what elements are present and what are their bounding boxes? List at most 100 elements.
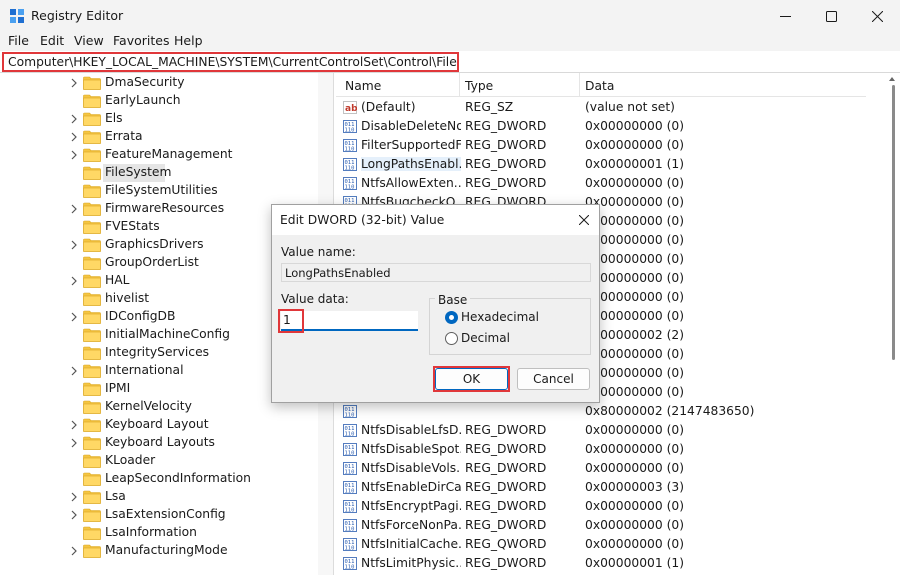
column-name[interactable]: Name: [345, 79, 381, 93]
column-divider[interactable]: [459, 73, 460, 97]
chevron-right-icon[interactable]: [70, 150, 78, 160]
tree-item-label: IPMI: [105, 381, 131, 395]
chevron-right-icon[interactable]: [70, 240, 78, 250]
chevron-right-icon[interactable]: [70, 132, 78, 142]
binary-value-icon: 011110: [343, 177, 357, 190]
binary-value-icon: 011110: [343, 139, 357, 152]
decimal-label[interactable]: Decimal: [461, 331, 510, 345]
table-row[interactable]: ab (Default) REG_SZ (value not set): [336, 98, 866, 117]
scroll-up-icon[interactable]: [888, 75, 896, 83]
table-row[interactable]: 011110 DisableDeleteNo... REG_DWORD 0x00000…: [336, 117, 866, 136]
title-bar: Registry Editor: [0, 0, 900, 32]
table-row[interactable]: 011 110 LongPathsEnabl... REG_DWORD 0x000000…: [336, 155, 866, 174]
binary-value-icon: 011110: [343, 481, 357, 494]
chevron-right-icon[interactable]: [70, 78, 78, 88]
chevron-right-icon[interactable]: [70, 114, 78, 124]
dialog-close-button[interactable]: [573, 209, 595, 231]
tree-item[interactable]: KLoader: [0, 452, 318, 470]
value-type-cell: REG_DWORD: [465, 176, 547, 190]
value-type-cell: REG_DWORD: [465, 556, 547, 570]
menu-file[interactable]: File: [8, 33, 29, 48]
value-type-cell: REG_DWORD: [465, 157, 547, 171]
table-row[interactable]: 011110 FilterSupportedF... REG_DWORD 0x0000…: [336, 136, 866, 155]
hexadecimal-label[interactable]: Hexadecimal: [461, 310, 539, 324]
tree-item[interactable]: Els: [0, 110, 318, 128]
chevron-right-icon[interactable]: [70, 492, 78, 502]
close-icon: [871, 10, 883, 22]
value-name-cell: NtfsEnableDirCa...: [361, 480, 461, 494]
chevron-right-icon[interactable]: [70, 420, 78, 430]
folder-icon: [83, 508, 101, 522]
column-type[interactable]: Type: [465, 79, 493, 93]
tree-item[interactable]: DmaSecurity: [0, 74, 318, 92]
value-name-cell: NtfsEncryptPagi...: [361, 499, 461, 513]
tree-item[interactable]: Keyboard Layouts: [0, 434, 318, 452]
maximize-button[interactable]: [808, 0, 854, 32]
minimize-button[interactable]: [762, 0, 808, 32]
svg-text:110: 110: [345, 432, 355, 438]
table-row[interactable]: 011 110 NtfsDisableLfsD... REG_DWORD 0x00000…: [336, 421, 866, 440]
table-row[interactable]: 011 110 NtfsDisableSpot... REG_DWORD 0x00000…: [336, 440, 866, 459]
decimal-radio[interactable]: [445, 332, 458, 345]
value-type-cell: REG_SZ: [465, 100, 514, 114]
close-button[interactable]: [854, 0, 900, 32]
table-row[interactable]: 011 110 NtfsEncryptPagi... REG_DWORD 0x00000…: [336, 497, 866, 516]
chevron-right-icon[interactable]: [70, 366, 78, 376]
chevron-right-icon[interactable]: [70, 438, 78, 448]
chevron-right-icon[interactable]: [70, 312, 78, 322]
tree-item[interactable]: LsaExtensionConfig: [0, 506, 318, 524]
table-row[interactable]: 011 110 NtfsDisableVols... REG_DWORD 0x00000…: [336, 459, 866, 478]
chevron-right-icon[interactable]: [70, 510, 78, 520]
tree-item[interactable]: Lsa: [0, 488, 318, 506]
menu-edit[interactable]: Edit: [40, 33, 64, 48]
tree-item[interactable]: ManufacturingMode: [0, 542, 318, 560]
tree-item[interactable]: EarlyLaunch: [0, 92, 318, 110]
value-data-cell: 0x00000000 (0): [585, 518, 685, 532]
value-name-cell: NtfsAllowExten...: [361, 176, 461, 190]
menu-favorites[interactable]: Favorites: [113, 33, 169, 48]
table-row[interactable]: 011110 NtfsEnableDirCa... REG_DWORD 0x00000…: [336, 478, 866, 497]
tree-item[interactable]: LsaInformation: [0, 524, 318, 542]
tree-item-label: InitialMachineConfig: [105, 327, 230, 341]
tree-item[interactable]: FileSystem: [0, 164, 318, 182]
table-row[interactable]: 011 110 0x80000002 (2147483650): [336, 402, 866, 421]
folder-icon: [83, 184, 101, 198]
value-data-label: Value data:: [281, 292, 349, 306]
value-name-cell: NtfsForceNonPa...: [361, 518, 461, 532]
column-data[interactable]: Data: [585, 79, 614, 93]
folder-icon: [83, 346, 101, 360]
binary-value-icon: 011110: [343, 557, 357, 570]
table-row[interactable]: 011 110 NtfsInitialCache... REG_QWORD 0x0000…: [336, 535, 866, 554]
value-data-cell: 0x00000000 (0): [585, 442, 685, 456]
list-scroll-thumb[interactable]: [892, 85, 895, 360]
tree-item-label: International: [105, 363, 184, 377]
list-scrollbar[interactable]: [884, 73, 900, 575]
menu-help[interactable]: Help: [174, 33, 203, 48]
hexadecimal-radio[interactable]: [445, 311, 458, 324]
tree-item[interactable]: LeapSecondInformation: [0, 470, 318, 488]
folder-icon: [83, 382, 101, 396]
value-data-cell: 0x00000000 (0): [585, 176, 685, 190]
binary-value-icon: 011110: [343, 158, 357, 171]
cancel-button[interactable]: Cancel: [517, 368, 590, 390]
tree-item-label: LsaExtensionConfig: [105, 507, 226, 521]
tree-item-label: FileSystem: [105, 165, 172, 179]
table-row[interactable]: 011 110 NtfsLimitPhysic... REG_DWORD 0x00000…: [336, 554, 866, 573]
tree-item[interactable]: Errata: [0, 128, 318, 146]
tree-item[interactable]: Keyboard Layout: [0, 416, 318, 434]
folder-icon: [83, 130, 101, 144]
value-data-cell: 0x00000003 (3): [585, 480, 685, 494]
table-row[interactable]: 011 110 NtfsForceNonPa... REG_DWORD 0x000000…: [336, 516, 866, 535]
value-data-cell: 0x00000000 (0): [585, 461, 685, 475]
chevron-right-icon[interactable]: [70, 546, 78, 556]
value-name-cell: FilterSupportedF...: [361, 138, 461, 152]
menu-view[interactable]: View: [74, 33, 104, 48]
tree-item[interactable]: FeatureManagement: [0, 146, 318, 164]
ok-highlight-box: [433, 366, 510, 392]
chevron-right-icon[interactable]: [70, 204, 78, 214]
address-input[interactable]: Computer\HKEY_LOCAL_MACHINE\SYSTEM\Curre…: [2, 52, 459, 72]
column-divider[interactable]: [579, 73, 580, 97]
table-row[interactable]: 011 110 NtfsAllowExten... REG_DWORD 0x000000…: [336, 174, 866, 193]
tree-item[interactable]: FileSystemUtilities: [0, 182, 318, 200]
chevron-right-icon[interactable]: [70, 276, 78, 286]
